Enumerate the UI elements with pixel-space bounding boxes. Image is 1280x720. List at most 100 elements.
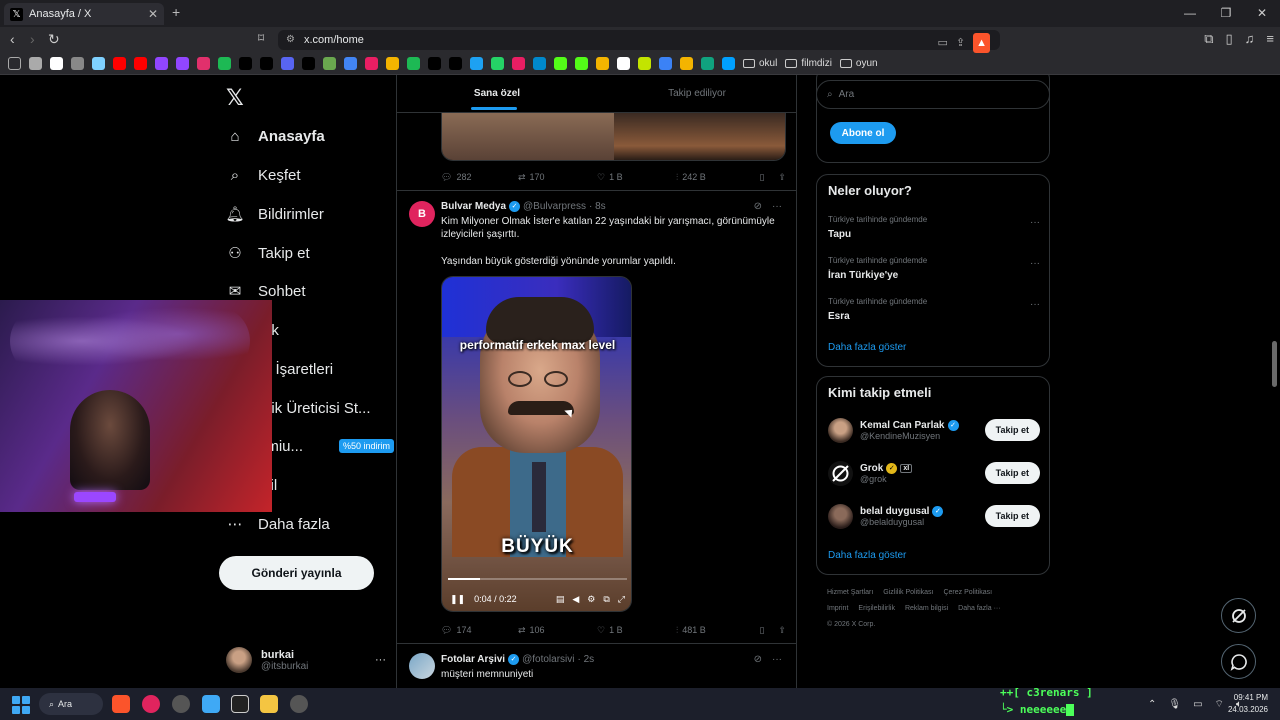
- microphone-icon[interactable]: 🎙︎: [1168, 699, 1181, 710]
- trend-item[interactable]: Türkiye tarihinde gündemde Tapu ···: [828, 215, 1040, 245]
- bookmark-favicon-icon[interactable]: [113, 57, 126, 70]
- chevron-up-icon[interactable]: ⌃: [1148, 699, 1156, 710]
- share-icon[interactable]: ⇪: [778, 172, 786, 183]
- footer-link[interactable]: Daha fazla ···: [958, 605, 1000, 612]
- close-window-icon[interactable]: ✕: [1244, 0, 1280, 27]
- sidebar-item-0[interactable]: ⌂ Anasayfa: [226, 122, 324, 150]
- share-icon[interactable]: ⇪: [956, 33, 965, 53]
- bookmark-favicon-icon[interactable]: [218, 57, 231, 70]
- network-icon[interactable]: ⌔: [1215, 698, 1224, 711]
- grok-icon[interactable]: ⊘: [754, 201, 762, 212]
- reply-button[interactable]: 💬︎ 174: [441, 625, 518, 636]
- who-to-follow-item[interactable]: Grok ✓ xI @grok Takip et: [828, 458, 1040, 488]
- more-icon[interactable]: ···: [1030, 258, 1040, 269]
- bookmark-favicon-icon[interactable]: [407, 57, 420, 70]
- follow-suggestion-name[interactable]: Grok: [860, 463, 883, 474]
- page-scrollbar[interactable]: [1272, 79, 1277, 679]
- follow-button[interactable]: Takip et: [984, 462, 1040, 484]
- photos-app-icon[interactable]: [202, 695, 220, 713]
- footer-link[interactable]: Imprint: [827, 605, 848, 612]
- retweet-button[interactable]: ⇄ 106: [518, 625, 597, 636]
- bookmark-favicon-icon[interactable]: [449, 57, 462, 70]
- follow-button[interactable]: Takip et: [984, 505, 1040, 527]
- bookmark-icon[interactable]: ▯: [760, 172, 765, 183]
- site-info-icon[interactable]: ⚙: [286, 30, 295, 50]
- bookmark-favicon-icon[interactable]: [596, 57, 609, 70]
- forward-icon[interactable]: ›: [30, 31, 35, 47]
- bookmark-favicon-icon[interactable]: [722, 57, 735, 70]
- captions-icon[interactable]: ▤: [556, 594, 565, 605]
- address-bar[interactable]: ⚙ x.com/home ▭ ⇪ ▲: [278, 30, 1000, 53]
- footer-link[interactable]: Gizlilik Politikası: [883, 589, 933, 596]
- pause-icon[interactable]: ❚❚: [450, 594, 465, 605]
- messages-fab-button[interactable]: [1221, 644, 1256, 679]
- bookmark-favicon-icon[interactable]: [386, 57, 399, 70]
- taskbar-search[interactable]: ⌕ Ara: [39, 693, 103, 715]
- bookmark-folder-filmdizi[interactable]: filmdizi: [785, 58, 832, 69]
- video-progress-bar[interactable]: [448, 578, 627, 580]
- share-icon[interactable]: ⇪: [778, 625, 786, 636]
- bookmark-favicon-icon[interactable]: [260, 57, 273, 70]
- follow-suggestion-name[interactable]: Kemal Can Parlak: [860, 420, 945, 431]
- tweet-avatar[interactable]: [409, 653, 435, 679]
- file-explorer-icon[interactable]: [260, 695, 278, 713]
- footer-link[interactable]: Çerez Politikası: [943, 589, 992, 596]
- tab-following[interactable]: Takip ediliyor: [597, 75, 796, 112]
- bookmark-favicon-icon[interactable]: [659, 57, 672, 70]
- bookmark-favicon-icon[interactable]: [428, 57, 441, 70]
- new-tab-button[interactable]: +: [172, 4, 180, 20]
- bookmark-favicon-icon[interactable]: [281, 57, 294, 70]
- taskbar-clock[interactable]: 09:41 PM 24.03.2026: [1226, 692, 1268, 716]
- bookmark-favicon-icon[interactable]: [533, 57, 546, 70]
- bookmark-favicon-icon[interactable]: [344, 57, 357, 70]
- bookmark-favicon-icon[interactable]: [176, 57, 189, 70]
- search-input[interactable]: ⌕ Ara: [816, 80, 1050, 109]
- tweet-time[interactable]: · 8s: [589, 201, 606, 212]
- more-icon[interactable]: ···: [772, 654, 782, 665]
- bookmark-folder-okul[interactable]: okul: [743, 58, 777, 69]
- windows-start-icon[interactable]: [12, 696, 30, 714]
- sidebar-item-1[interactable]: ⌕ Keşfet: [226, 161, 301, 189]
- bookmark-favicon-icon[interactable]: [302, 57, 315, 70]
- bookmark-favicon-icon[interactable]: [638, 57, 651, 70]
- avatar[interactable]: [828, 503, 853, 529]
- more-icon[interactable]: ···: [1030, 299, 1040, 310]
- app-icon[interactable]: [172, 695, 190, 713]
- bookmark-favicon-icon[interactable]: [365, 57, 378, 70]
- brave-app-icon[interactable]: [112, 695, 130, 713]
- more-icon[interactable]: ···: [772, 201, 782, 212]
- avatar[interactable]: [828, 417, 853, 443]
- who-show-more-link[interactable]: Daha fazla göster: [828, 550, 906, 561]
- like-button[interactable]: ♡ 1 B: [597, 625, 676, 636]
- display-icon[interactable]: ▭: [1193, 699, 1202, 710]
- app-icon[interactable]: [290, 695, 308, 713]
- more-icon[interactable]: ···: [1030, 217, 1040, 228]
- bookmark-favicon-icon[interactable]: [470, 57, 483, 70]
- extensions-icon[interactable]: ⧉: [1204, 31, 1213, 47]
- apps-grid-icon[interactable]: [8, 57, 21, 70]
- menu-icon[interactable]: ≡: [1266, 31, 1274, 47]
- sidebar-icon[interactable]: ▯: [1226, 31, 1233, 47]
- pip-icon[interactable]: ⧉: [603, 594, 609, 605]
- browser-tab[interactable]: 𝕏 Anasayfa / X ✕: [4, 3, 164, 25]
- sidebar-item-3[interactable]: ⚇ Takip et: [226, 239, 309, 267]
- bookmark-favicon-icon[interactable]: [197, 57, 210, 70]
- footer-link[interactable]: © 2026 X Corp.: [827, 621, 875, 628]
- brave-shields-icon[interactable]: ▲: [973, 33, 990, 53]
- close-tab-icon[interactable]: ✕: [148, 7, 158, 21]
- who-to-follow-item[interactable]: belal duygusal ✓ @belalduygusal Takip et: [828, 501, 1040, 531]
- cast-icon[interactable]: ▭: [937, 33, 947, 53]
- retweet-button[interactable]: ⇄ 170: [518, 172, 597, 183]
- post-button[interactable]: Gönderi yayınla: [219, 556, 374, 590]
- minimize-icon[interactable]: —: [1172, 0, 1208, 27]
- bookmark-favicon-icon[interactable]: [134, 57, 147, 70]
- bookmark-favicon-icon[interactable]: [29, 57, 42, 70]
- account-switcher[interactable]: burkai @itsburkai ···: [226, 643, 386, 677]
- sidebar-item-2[interactable]: 🔔︎ Bildirimler: [225, 200, 323, 228]
- fullscreen-icon[interactable]: ⤢: [618, 594, 625, 605]
- maximize-icon[interactable]: ❐: [1208, 0, 1244, 27]
- bookmark-favicon-icon[interactable]: [92, 57, 105, 70]
- bookmark-favicon-icon[interactable]: [239, 57, 252, 70]
- tweet-author-name[interactable]: Bulvar Medya: [441, 201, 506, 212]
- bookmark-favicon-icon[interactable]: [575, 57, 588, 70]
